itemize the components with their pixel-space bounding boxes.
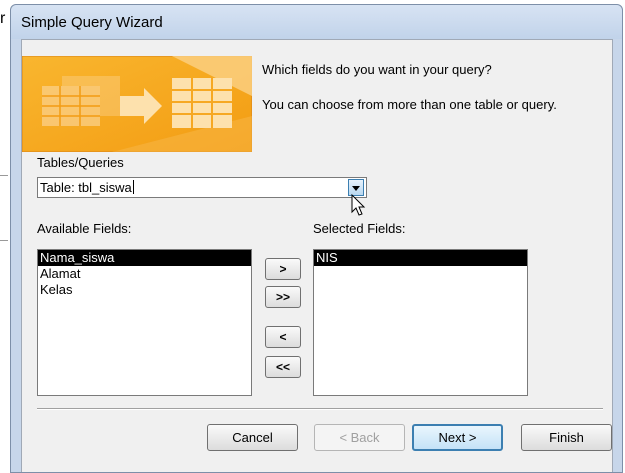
tables-queries-label: Tables/Queries: [37, 155, 124, 170]
add-all-fields-button[interactable]: >>: [265, 286, 301, 308]
cancel-button[interactable]: Cancel: [207, 424, 298, 451]
add-field-button[interactable]: >: [265, 258, 301, 280]
selected-fields-label: Selected Fields:: [313, 221, 406, 236]
wizard-banner-illustration: [22, 56, 252, 152]
dialog-title: Simple Query Wizard: [21, 14, 163, 31]
available-fields-label: Available Fields:: [37, 221, 132, 236]
list-item[interactable]: Nama_siswa: [38, 250, 251, 266]
mouse-pointer-icon: [351, 194, 366, 216]
title-bar[interactable]: Simple Query Wizard: [11, 5, 622, 39]
next-button[interactable]: Next >: [412, 424, 503, 451]
selected-fields-list[interactable]: NIS: [313, 249, 528, 396]
wizard-prompt-hint: You can choose from more than one table …: [262, 97, 557, 112]
tables-queries-dropdown[interactable]: Table: tbl_siswa: [37, 177, 367, 198]
background-divider: [0, 240, 8, 241]
list-item[interactable]: NIS: [314, 250, 527, 266]
list-item[interactable]: Kelas: [38, 282, 251, 298]
wizard-prompt-question: Which fields do you want in your query?: [262, 62, 492, 77]
background-divider: [0, 175, 8, 176]
background-text-fragment: r: [0, 10, 6, 27]
tables-queries-selected-text: Table: tbl_siswa: [40, 180, 132, 195]
background-app-edge: [0, 0, 8, 473]
finish-button[interactable]: Finish: [521, 424, 612, 451]
chevron-down-icon: [352, 186, 360, 191]
text-caret: [132, 180, 134, 194]
tables-queries-value: Table: tbl_siswa: [40, 180, 134, 195]
footer-divider: [37, 408, 603, 410]
available-fields-list[interactable]: Nama_siswa Alamat Kelas: [37, 249, 252, 396]
back-button[interactable]: < Back: [314, 424, 405, 451]
list-item[interactable]: Alamat: [38, 266, 251, 282]
remove-field-button[interactable]: <: [265, 326, 301, 348]
remove-all-fields-button[interactable]: <<: [265, 356, 301, 378]
